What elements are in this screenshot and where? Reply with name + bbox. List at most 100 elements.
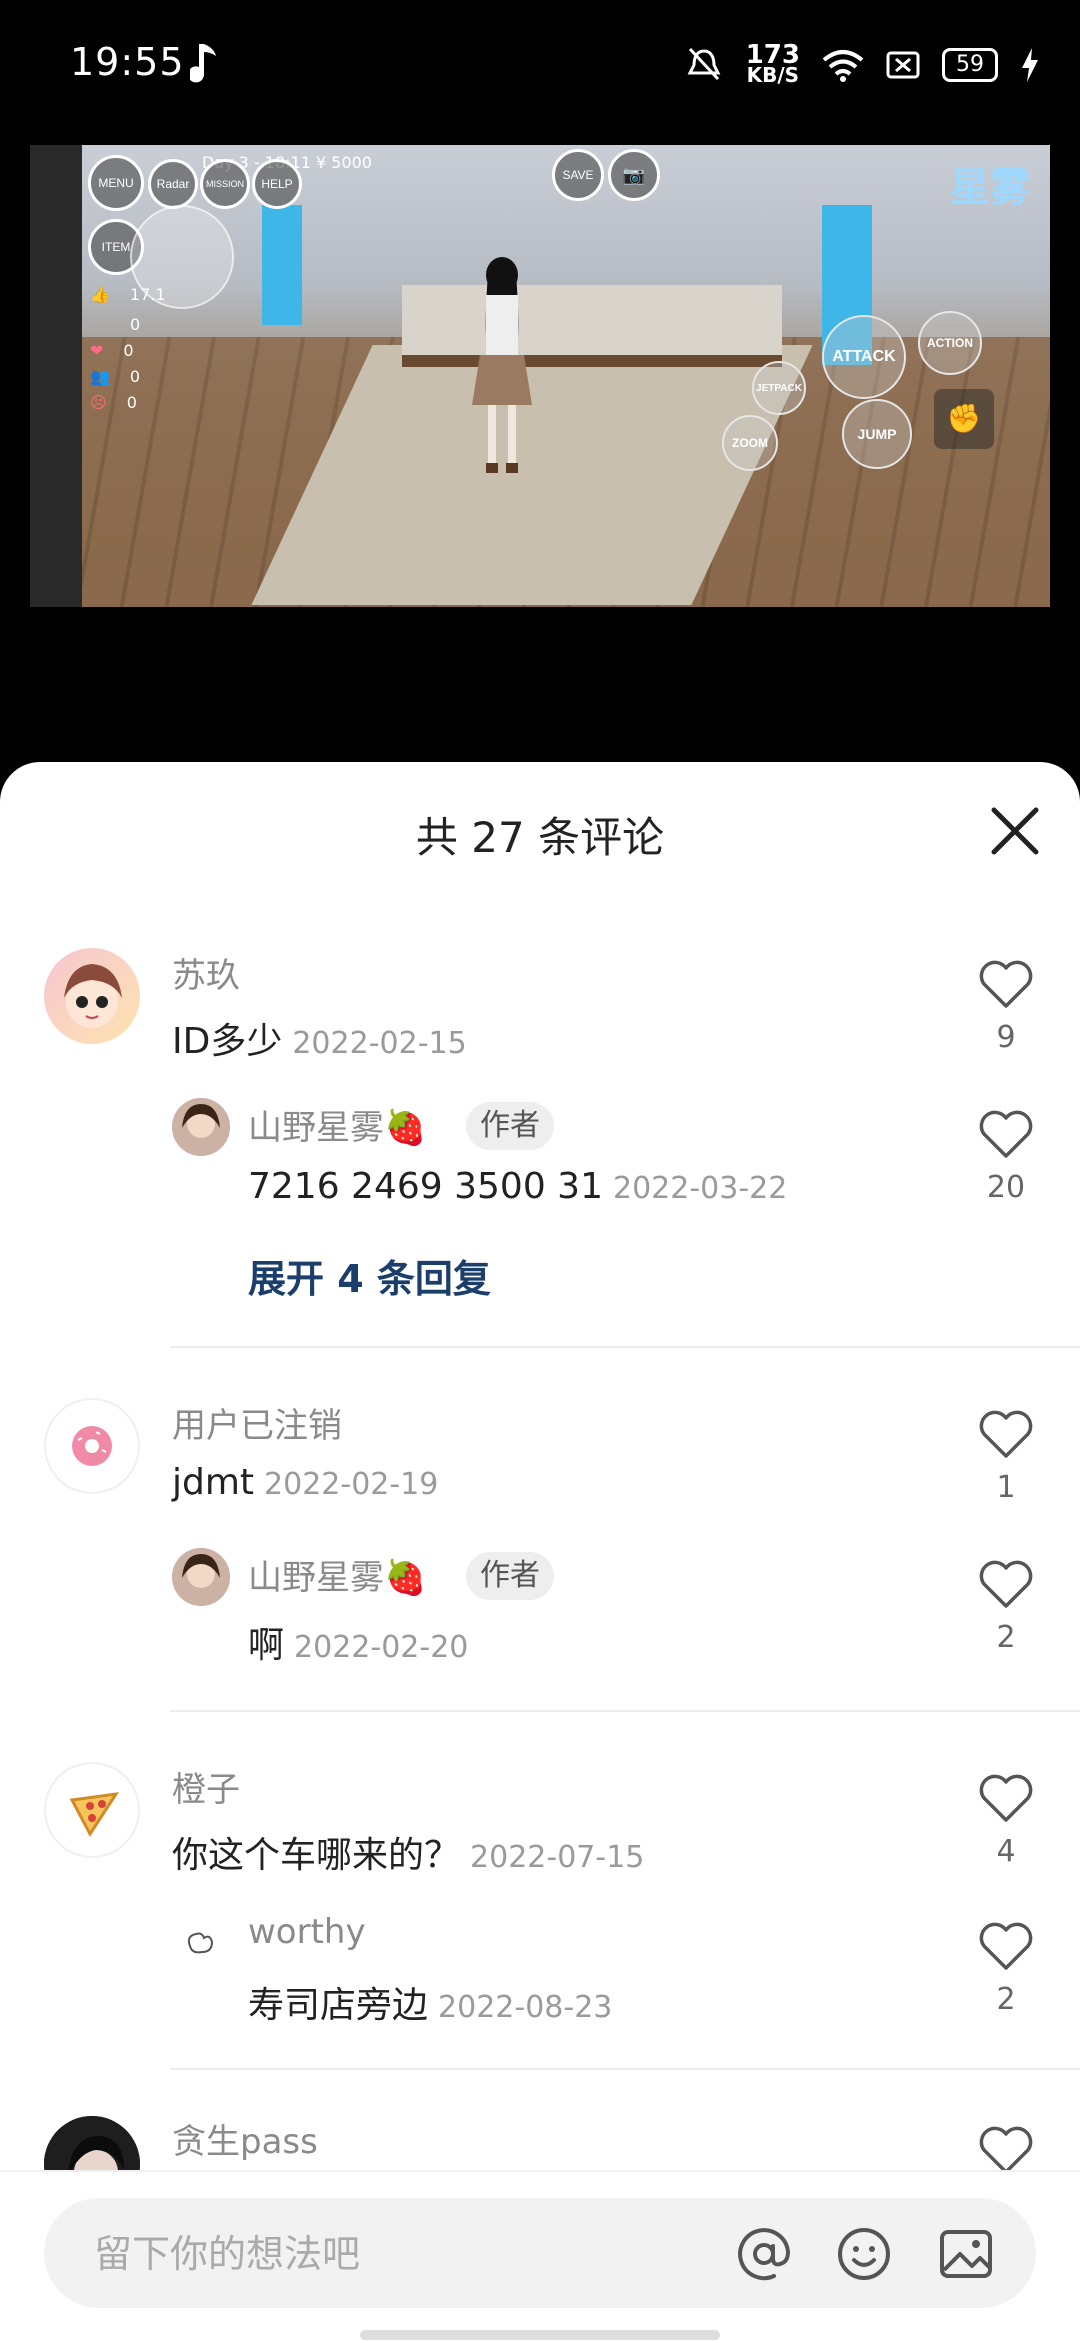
hud-stat-rating: 👍 17.1 bbox=[90, 285, 166, 304]
game-save-button[interactable]: SAVE bbox=[552, 149, 604, 201]
comment-username[interactable]: 橙子 bbox=[172, 1762, 240, 1811]
avatar-portrait-icon bbox=[172, 1098, 230, 1156]
heart-outline-icon bbox=[979, 1922, 1033, 1970]
author-badge: 作者 bbox=[466, 1102, 554, 1150]
comment-input[interactable] bbox=[92, 2198, 696, 2310]
pizza-icon bbox=[69, 1792, 120, 1837]
like-button[interactable]: 1 bbox=[976, 1408, 1036, 1505]
reply-text[interactable]: 啊 2022-02-20 bbox=[248, 1616, 468, 1668]
donut-icon bbox=[72, 1426, 112, 1466]
reply-date: 2022-02-20 bbox=[294, 1630, 469, 1665]
reply-like-button[interactable]: 2 bbox=[976, 1558, 1036, 1655]
close-icon[interactable] bbox=[988, 804, 1042, 858]
reply-avatar[interactable] bbox=[172, 1098, 230, 1156]
comment-username[interactable]: 贪生pass bbox=[172, 2114, 318, 2163]
game-radar-label: Radar bbox=[156, 177, 190, 191]
network-speed: 173 KB/S bbox=[746, 42, 800, 85]
game-jetpack-label: JETPACK bbox=[756, 382, 802, 394]
like-count: 1 bbox=[996, 1470, 1016, 1505]
comment-input-bar bbox=[0, 2170, 1080, 2342]
reply-like-button[interactable]: 2 bbox=[976, 1920, 1036, 2017]
comment-input-container[interactable] bbox=[44, 2198, 1036, 2310]
game-menu-label: MENU bbox=[98, 176, 134, 190]
game-mission-button[interactable]: MISSION bbox=[200, 159, 250, 209]
game-attack-button[interactable]: ATTACK bbox=[822, 315, 906, 399]
hud-stat-friends: 👥 0 bbox=[90, 367, 140, 386]
mention-icon[interactable] bbox=[734, 2224, 794, 2284]
avatar[interactable] bbox=[44, 1762, 140, 1858]
reply-username[interactable]: worthy bbox=[248, 1912, 366, 1952]
game-radar-button[interactable]: Radar bbox=[148, 159, 198, 209]
comment-body: jdmt bbox=[172, 1462, 255, 1503]
game-item-label: ITEM bbox=[101, 240, 131, 254]
avatar-anime-girl-icon bbox=[64, 964, 122, 1028]
camera-icon[interactable]: 📷 bbox=[608, 149, 660, 201]
comment-date: 2022-07-15 bbox=[470, 1840, 645, 1875]
like-button[interactable]: 9 bbox=[976, 958, 1036, 1055]
people-icon: 👥 bbox=[90, 367, 110, 386]
thumb-icon: 👍 bbox=[90, 285, 110, 304]
expand-replies-button[interactable]: 展开 4 条回复 bbox=[248, 1248, 491, 1303]
emoji-icon[interactable] bbox=[834, 2224, 894, 2284]
comment-text[interactable]: jdmt 2022-02-19 bbox=[172, 1462, 438, 1503]
reply-avatar[interactable] bbox=[172, 1912, 230, 1970]
heart-outline-icon bbox=[979, 960, 1033, 1008]
game-help-label: HELP bbox=[261, 177, 293, 191]
hud-stat-rating-value: 17.1 bbox=[129, 285, 166, 304]
game-counter bbox=[402, 285, 782, 367]
comment-text[interactable]: 你这个车哪来的？ 2022-07-15 bbox=[172, 1826, 644, 1878]
comments-title: 共 27 条评论 bbox=[415, 813, 665, 862]
comment-text[interactable]: ID多少 2022-02-15 bbox=[172, 1012, 467, 1064]
image-icon[interactable] bbox=[936, 2224, 996, 2284]
video-watermark: 星雾 bbox=[950, 165, 1030, 211]
heart-outline-icon bbox=[979, 2126, 1033, 2174]
reply-text[interactable]: 寿司店旁边 2022-08-23 bbox=[248, 1976, 612, 2028]
hud-stat-anger: ☹ 0 bbox=[90, 393, 137, 412]
avatar-portrait-icon bbox=[172, 1548, 230, 1606]
comment-username[interactable]: 用户已注销 bbox=[172, 1398, 342, 1447]
reply-body: 啊 bbox=[248, 1625, 285, 1666]
reply-username[interactable]: 山野星雾🍓 bbox=[248, 1550, 426, 1599]
game-scene: Day 3 - 18:11 ¥ 5000 MENU Radar MISSION … bbox=[82, 145, 1050, 607]
like-count: 2 bbox=[996, 1982, 1016, 2017]
reply-username[interactable]: 山野星雾🍓 bbox=[248, 1100, 426, 1149]
reply-avatar[interactable] bbox=[172, 1548, 230, 1606]
comment-date: 2022-02-15 bbox=[292, 1026, 467, 1061]
game-character bbox=[472, 257, 532, 473]
like-button[interactable]: 4 bbox=[976, 1772, 1036, 1869]
game-mission-label: MISSION bbox=[205, 179, 244, 189]
game-jetpack-button[interactable]: JETPACK bbox=[752, 361, 806, 415]
game-menu-button[interactable]: MENU bbox=[88, 155, 144, 211]
heart-outline-icon bbox=[979, 1110, 1033, 1158]
reply-like-button[interactable]: 20 bbox=[976, 1108, 1036, 1205]
battery-indicator: 59 bbox=[942, 48, 998, 82]
reply-body: 7216 2469 3500 31 bbox=[248, 1166, 603, 1207]
comment-username[interactable]: 苏玖 bbox=[172, 948, 240, 997]
game-action-button[interactable]: ACTION bbox=[918, 311, 982, 375]
home-indicator[interactable] bbox=[360, 2330, 720, 2340]
game-jump-button[interactable]: JUMP bbox=[842, 399, 912, 469]
video-player[interactable]: Day 3 - 18:11 ¥ 5000 MENU Radar MISSION … bbox=[30, 145, 1050, 607]
game-punch-button[interactable]: ✊ bbox=[934, 389, 994, 449]
game-zoom-button[interactable]: ZOOM bbox=[722, 415, 778, 471]
game-action-label: ACTION bbox=[927, 336, 973, 350]
avatar[interactable] bbox=[44, 948, 140, 1044]
comment-divider bbox=[170, 2068, 1080, 2070]
hud-stat-love-value: 0 bbox=[123, 341, 134, 360]
status-time: 19:55 bbox=[70, 40, 185, 84]
comments-sheet: 共 27 条评论 苏玖 ID多少 2022-02-15 9 山野星雾🍓 作者 72… bbox=[0, 762, 1080, 2340]
no-sim-icon bbox=[886, 51, 920, 79]
reply-body: 寿司店旁边 bbox=[248, 1985, 429, 2026]
reply-text[interactable]: 7216 2469 3500 31 2022-03-22 bbox=[248, 1166, 787, 1207]
comment-divider bbox=[170, 1346, 1080, 1348]
game-help-button[interactable]: HELP bbox=[252, 159, 302, 209]
avatar[interactable] bbox=[44, 1398, 140, 1494]
heart-outline-icon bbox=[979, 1774, 1033, 1822]
angry-face-icon: ☹ bbox=[90, 393, 107, 412]
game-save-label: SAVE bbox=[562, 168, 594, 182]
reply-date: 2022-08-23 bbox=[438, 1990, 613, 2025]
charging-icon bbox=[1022, 48, 1038, 82]
like-button[interactable] bbox=[976, 2124, 1036, 2176]
mute-bell-icon bbox=[687, 47, 721, 81]
game-pillar-left bbox=[262, 205, 302, 325]
